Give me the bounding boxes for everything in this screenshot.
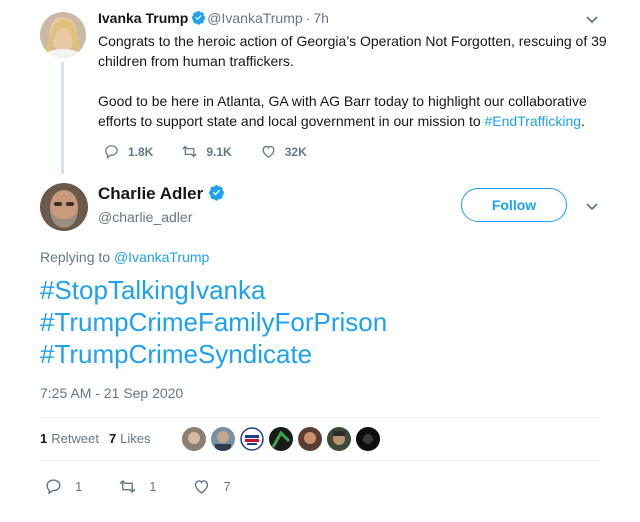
tweet-timestamp[interactable]: 7:25 AM - 21 Sep 2020 [40,385,183,401]
author-handle[interactable]: @charlie_adler [98,209,192,225]
paragraph-end: . [581,113,585,129]
tweet-paragraph: Congrats to the heroic action of Georgia… [98,33,607,69]
like-stat-label: Likes [120,431,151,446]
liker-avatars [182,427,385,451]
avatar[interactable] [40,183,88,231]
replying-label: Replying to [40,249,111,265]
divider [40,417,600,418]
like-count: 32K [284,144,307,159]
liker-avatar[interactable] [211,427,235,451]
tweet-stats: 1 Retweet 7 Likes [40,431,161,446]
reply-count: 1 [75,479,83,494]
author-name-text: Charlie Adler [98,184,204,203]
heart-icon [262,145,275,158]
like-stat-count: 7 [108,431,117,446]
hashtag-link[interactable]: #TrumpCrimeFamilyForPrison [40,306,387,338]
divider [40,460,600,461]
reply-button[interactable]: 1 [44,477,82,496]
liker-avatar[interactable] [298,427,322,451]
author-name[interactable]: Ivanka Trump [98,10,188,26]
liker-avatar[interactable] [240,427,264,451]
retweet-stat-label: Retweet [51,431,99,446]
liker-avatar[interactable] [327,427,351,451]
parent-tweet[interactable]: Ivanka Trump @IvankaTrump · 7h Congrats to … [0,0,640,174]
retweet-stat-count: 1 [40,431,48,446]
like-stat[interactable]: 7 Likes [109,431,151,446]
replying-to: Replying to @IvankaTrump [40,249,209,265]
hashtag-link[interactable]: #StopTalkingIvanka [40,274,387,306]
reply-icon [105,145,118,159]
chevron-down-icon[interactable] [584,11,600,27]
tweet-actions: 1 1 7 [44,477,267,496]
avatar[interactable] [40,12,86,58]
retweet-icon [182,145,198,158]
like-button[interactable]: 32K [260,143,307,160]
reply-icon [46,479,61,495]
reply-count: 1.8K [128,144,154,159]
replying-handle-link[interactable]: @IvankaTrump [114,249,209,265]
liker-avatar[interactable] [182,427,206,451]
parent-tweet-header: Ivanka Trump @IvankaTrump · 7h [98,10,329,26]
thread-line [61,62,64,174]
parent-tweet-text: Congrats to the heroic action of Georgia… [98,31,628,151]
hashtag-link[interactable]: #TrumpCrimeSyndicate [40,338,387,370]
like-button[interactable]: 7 [192,477,231,496]
liker-avatar[interactable] [356,427,380,451]
retweet-button[interactable]: 9.1K [181,143,232,160]
verified-badge-icon [209,185,225,201]
tweet-text: #StopTalkingIvanka #TrumpCrimeFamilyForP… [40,274,387,370]
retweet-button[interactable]: 1 [118,477,156,496]
tweet-time[interactable]: 7h [313,10,329,26]
retweet-stat[interactable]: 1 Retweet [40,431,99,446]
separator-dot: · [305,10,311,26]
hashtag-link[interactable]: #EndTrafficking [485,113,582,129]
follow-button[interactable]: Follow [461,188,567,222]
verified-badge-icon [192,10,206,25]
like-count: 7 [223,479,231,494]
retweet-count: 9.1K [206,144,232,159]
parent-tweet-actions: 1.8K 9.1K 32K [103,143,335,160]
chevron-down-icon[interactable] [584,198,600,214]
author-handle[interactable]: @IvankaTrump [207,10,302,26]
tweet-paragraph: Good to be here in Atlanta, GA with AG B… [98,91,628,131]
liker-avatar[interactable] [269,427,293,451]
retweet-count: 1 [149,479,157,494]
author-name[interactable]: Charlie Adler [98,184,226,204]
heart-icon [195,480,209,494]
retweet-icon [119,479,136,494]
reply-button[interactable]: 1.8K [103,143,153,160]
